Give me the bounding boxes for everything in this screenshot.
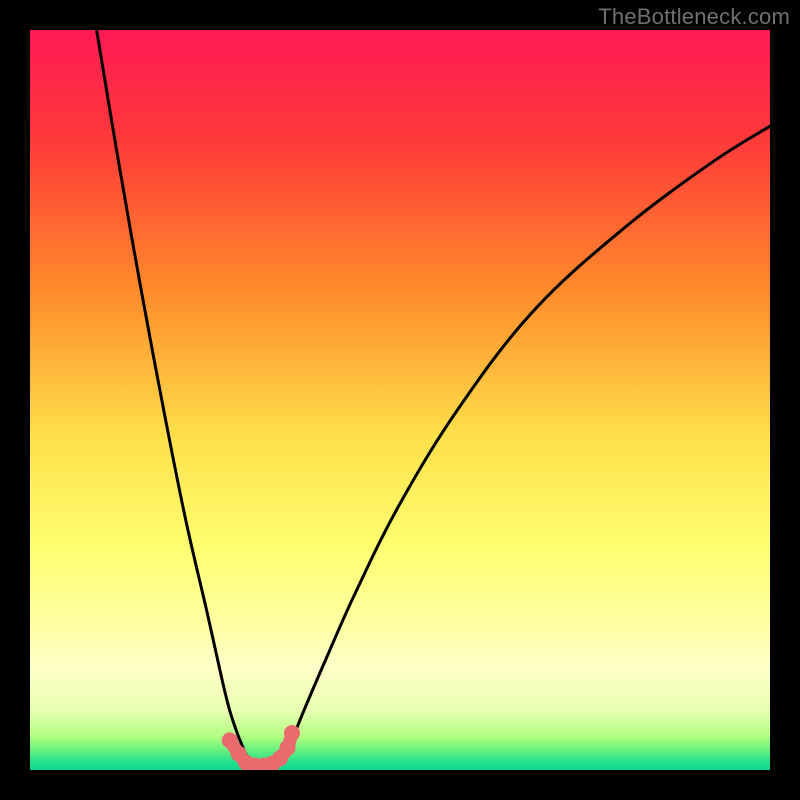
credit-text: TheBottleneck.com bbox=[598, 4, 790, 30]
trough-point bbox=[222, 732, 238, 748]
chart-svg bbox=[0, 0, 800, 800]
bottleneck-curve bbox=[97, 30, 770, 766]
chart-frame: TheBottleneck.com bbox=[0, 0, 800, 800]
trough-point bbox=[284, 725, 300, 741]
trough-point bbox=[280, 740, 296, 756]
